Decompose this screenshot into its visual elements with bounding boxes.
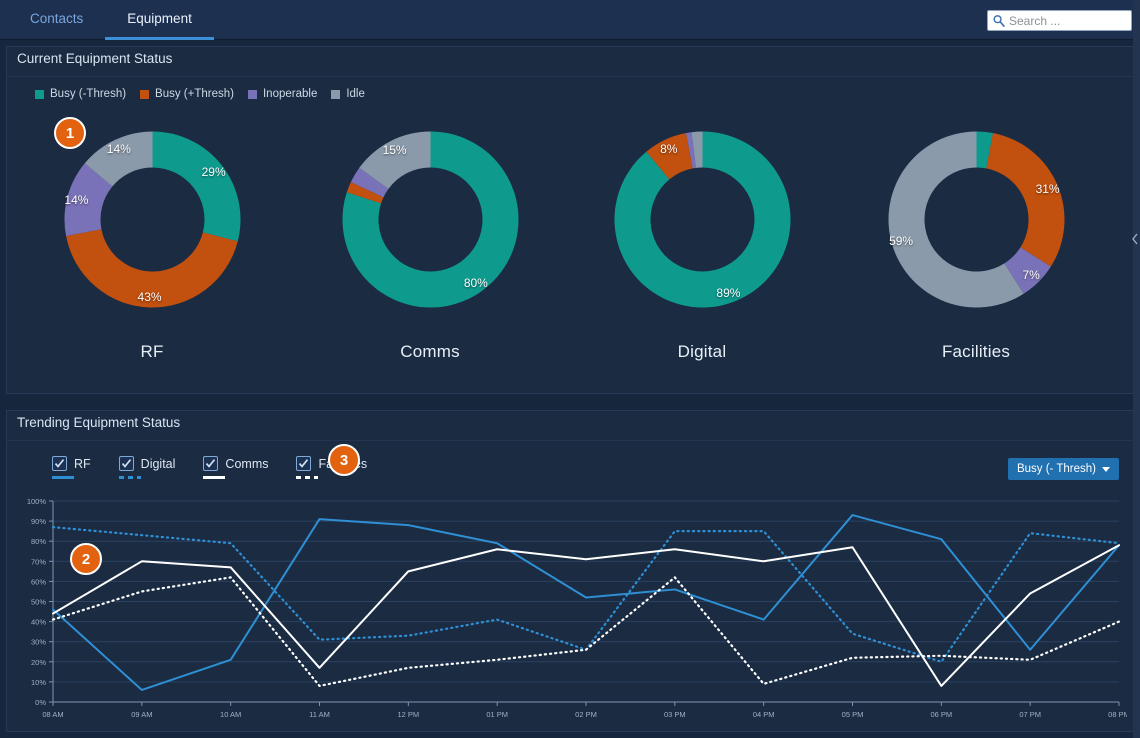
metric-dropdown-button[interactable]: Busy (- Thresh) (1007, 458, 1119, 480)
donut-cell-facilities: 31% 7% 59% Facilities (839, 127, 1113, 377)
legend-label: Inoperable (262, 88, 318, 100)
x-axis-tick-label: 11 AM (309, 710, 330, 719)
y-axis-tick-label: 40% (31, 618, 46, 627)
current-equipment-status-panel: Current Equipment Status Busy (-Thresh) … (6, 46, 1134, 394)
donut-slice[interactable] (152, 131, 241, 242)
series-label: Comms (225, 456, 269, 471)
x-axis-tick-label: 02 PM (575, 710, 597, 719)
series-label: Digital (140, 456, 176, 471)
tab-equipment-label: Equipment (127, 11, 192, 26)
badge-number: 3 (339, 451, 349, 469)
checkbox-icon[interactable] (52, 456, 67, 471)
legend-label: Busy (-Thresh) (50, 88, 127, 100)
legend-swatch-icon (331, 89, 341, 99)
donut-chart-digital[interactable]: 89% 8% (610, 127, 795, 312)
series-toggle-group: RF Digital Comms Facilities (52, 456, 367, 481)
y-axis-tick-label: 30% (31, 638, 46, 647)
x-axis-tick-label: 07 PM (1019, 710, 1041, 719)
x-axis-tick-label: 06 PM (930, 710, 952, 719)
search-box[interactable] (987, 10, 1132, 31)
tab-contacts[interactable]: Contacts (8, 0, 105, 40)
trending-line-chart[interactable]: 0% 10% 20% 30% 40% 50% 60% 70% 80% 90% 100% 08 AM 09… (15, 493, 1127, 728)
annotation-badge-2: 2 (70, 543, 102, 575)
legend-label: Busy (+Thresh) (155, 88, 234, 100)
series-line-style-solid-icon (52, 476, 74, 479)
annotation-badge-1: 1 (54, 117, 86, 149)
chart-series-line[interactable] (51, 576, 1121, 688)
legend-swatch-icon (35, 89, 44, 99)
trending-panel-title: Trending Equipment Status (17, 415, 181, 430)
badge-number: 1 (65, 124, 75, 142)
donut-chart-facilities[interactable]: 31% 7% 59% (884, 127, 1069, 312)
metric-dropdown-label: Busy (- Thresh) (1016, 463, 1096, 475)
donut-cell-digital: 89% 8% Digital (565, 127, 839, 377)
donut-chart-row: 29% 43% 14% 14% RF 80% 15% Comms 89% 8% Digit… (7, 127, 1133, 377)
legend-item-inoperable[interactable]: Inoperable (247, 88, 318, 100)
series-label: RF (74, 456, 91, 471)
collapse-chevron-icon[interactable] (1130, 232, 1140, 246)
series-line-style-solid-icon (203, 476, 226, 479)
y-axis-tick-label: 60% (31, 577, 46, 586)
checkbox-icon[interactable] (296, 456, 312, 471)
donut-slice[interactable] (65, 229, 238, 308)
badge-number: 2 (81, 550, 91, 568)
x-axis-tick-label: 08 AM (42, 710, 63, 719)
legend-swatch-icon (247, 89, 257, 99)
donut-label-digital: Digital (677, 342, 727, 361)
y-axis-tick-label: 80% (31, 537, 46, 546)
y-axis-tick-label: 100% (27, 497, 47, 506)
donut-label-comms: Comms (400, 342, 460, 361)
y-axis-tick-label: 50% (31, 598, 46, 607)
legend-item-busy-plus[interactable]: Busy (+Thresh) (140, 88, 234, 100)
tab-contacts-label: Contacts (30, 11, 84, 26)
x-axis-tick-label: 01 PM (486, 710, 508, 719)
y-axis-tick-label: 0% (35, 698, 46, 707)
x-axis-tick-label: 08 PM (1108, 710, 1127, 719)
x-axis-tick-label: 05 PM (842, 710, 864, 719)
search-input[interactable] (1006, 13, 1124, 28)
chevron-down-icon (1102, 466, 1110, 472)
x-axis-tick-label: 04 PM (753, 710, 775, 719)
tab-equipment[interactable]: Equipment (105, 0, 214, 40)
series-line-style-dashed-icon (118, 476, 141, 479)
series-toggle-rf[interactable]: RF (52, 456, 91, 481)
checkbox-icon[interactable] (203, 456, 219, 471)
panel-divider (7, 440, 1133, 441)
tab-list: Contacts Equipment (8, 0, 214, 40)
series-toggle-digital[interactable]: Digital (118, 456, 176, 481)
legend-label: Idle (346, 88, 365, 100)
donut-label-rf: RF (140, 342, 164, 361)
donut-cell-comms: 80% 15% Comms (293, 127, 567, 377)
annotation-badge-3: 3 (328, 444, 360, 476)
right-edge-scrollbar[interactable] (1133, 0, 1140, 738)
search-icon (992, 14, 1006, 28)
y-axis-tick-label: 10% (31, 678, 46, 687)
top-tab-bar: Contacts Equipment (0, 0, 1140, 40)
donut-slice[interactable] (985, 133, 1064, 267)
x-axis-tick-label: 03 PM (664, 710, 686, 719)
donut-chart-rf[interactable]: 29% 43% 14% 14% (60, 127, 245, 312)
series-toggle-comms[interactable]: Comms (203, 456, 268, 481)
x-axis-tick-label: 12 PM (397, 710, 419, 719)
checkbox-icon[interactable] (118, 456, 134, 471)
donut-chart-comms[interactable]: 80% 15% (338, 127, 523, 312)
legend-item-busy-minus[interactable]: Busy (-Thresh) (35, 88, 126, 100)
status-legend: Busy (-Thresh) Busy (+Thresh) Inoperable… (35, 88, 365, 100)
current-panel-title: Current Equipment Status (17, 51, 173, 66)
legend-item-idle[interactable]: Idle (331, 88, 365, 100)
trending-equipment-status-panel: Trending Equipment Status RF Digital Com… (6, 410, 1134, 732)
x-axis-tick-label: 10 AM (220, 710, 241, 719)
legend-swatch-icon (140, 89, 150, 99)
y-axis-tick-label: 70% (31, 557, 46, 566)
y-axis-tick-label: 90% (31, 517, 46, 526)
x-axis-tick-label: 09 AM (131, 710, 152, 719)
panel-divider (7, 76, 1133, 77)
donut-cell-rf: 29% 43% 14% 14% RF (15, 127, 289, 377)
y-axis-tick-label: 20% (31, 658, 46, 667)
series-line-style-dashed-icon (296, 476, 319, 479)
donut-label-facilities: Facilities (941, 342, 1011, 361)
